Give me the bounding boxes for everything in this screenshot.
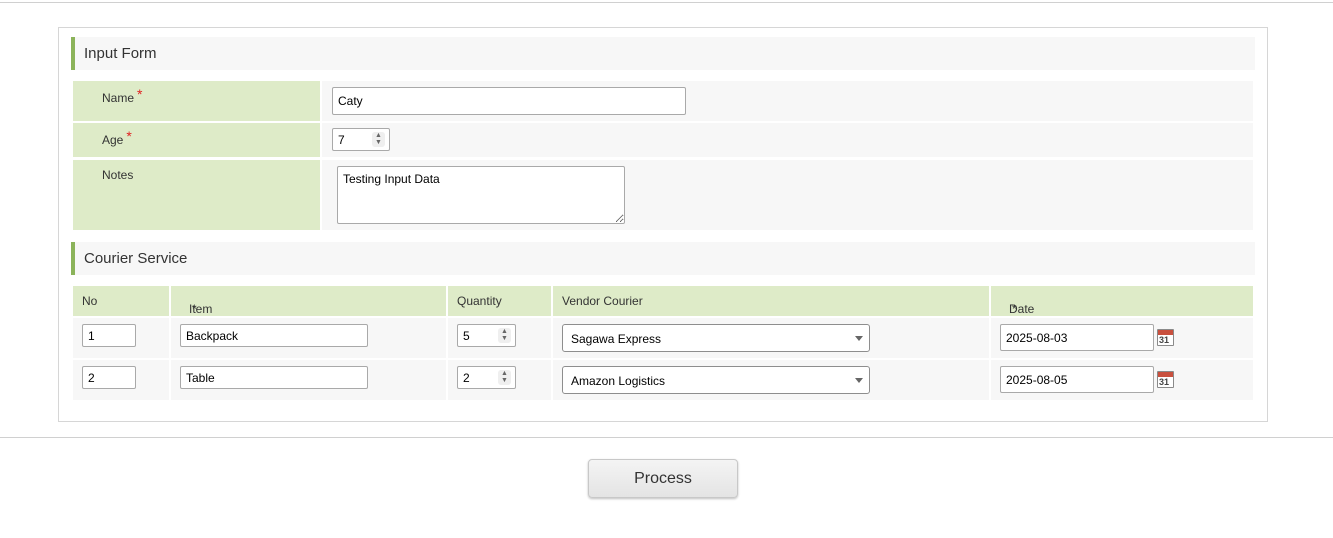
row-no-input[interactable] <box>82 324 136 347</box>
required-marker: * <box>126 128 132 144</box>
age-value: 7 <box>338 133 345 147</box>
item-name-input[interactable] <box>180 366 368 389</box>
chevron-down-icon <box>855 336 863 341</box>
age-label: Age <box>102 133 124 147</box>
date-send-input[interactable] <box>1000 366 1154 393</box>
column-header-date-send: Date Send* <box>991 286 1253 330</box>
vendor-courier-select[interactable]: Sagawa Express <box>562 324 870 352</box>
column-header-item-name: Item Name* <box>171 286 446 330</box>
process-button[interactable]: Process <box>588 459 738 498</box>
column-header-no: No <box>73 286 169 316</box>
name-label-cell: Name * <box>73 81 320 121</box>
required-marker: * <box>1012 302 1017 316</box>
date-send-input[interactable] <box>1000 324 1154 351</box>
required-marker: * <box>192 302 197 316</box>
spinner-arrows-icon[interactable]: ▲ ▼ <box>498 370 511 385</box>
required-marker: * <box>137 86 143 102</box>
age-value-cell <box>322 123 1253 157</box>
column-header-vendor-courier: Vendor Courier <box>553 286 989 316</box>
age-stepper[interactable]: 7 ▲ ▼ <box>332 128 390 151</box>
spinner-arrows-icon[interactable]: ▲ ▼ <box>498 328 511 343</box>
top-divider <box>0 2 1333 3</box>
spinner-arrows-icon[interactable]: ▲ ▼ <box>372 132 385 147</box>
bottom-divider <box>0 437 1333 438</box>
notes-label-cell: Notes <box>73 160 320 230</box>
notes-textarea[interactable]: Testing Input Data <box>337 166 625 224</box>
chevron-down-icon <box>855 378 863 383</box>
name-label: Name <box>102 91 135 105</box>
name-input[interactable] <box>332 87 686 115</box>
row-no-input[interactable] <box>82 366 136 389</box>
section-title: Courier Service <box>84 250 188 267</box>
calendar-icon[interactable]: 31 <box>1157 329 1174 346</box>
notes-label: Notes <box>102 168 134 182</box>
input-form-header: Input Form <box>71 37 1255 70</box>
quantity-stepper[interactable]: 5 ▲ ▼ <box>457 324 516 347</box>
column-header-quantity: Quantity <box>448 286 551 316</box>
item-name-input[interactable] <box>180 324 368 347</box>
quantity-stepper[interactable]: 2 ▲ ▼ <box>457 366 516 389</box>
calendar-icon[interactable]: 31 <box>1157 371 1174 388</box>
courier-service-header: Courier Service <box>71 242 1255 275</box>
age-label-cell: Age * <box>73 123 320 157</box>
vendor-courier-select[interactable]: Amazon Logistics <box>562 366 870 394</box>
section-title: Input Form <box>84 45 157 62</box>
